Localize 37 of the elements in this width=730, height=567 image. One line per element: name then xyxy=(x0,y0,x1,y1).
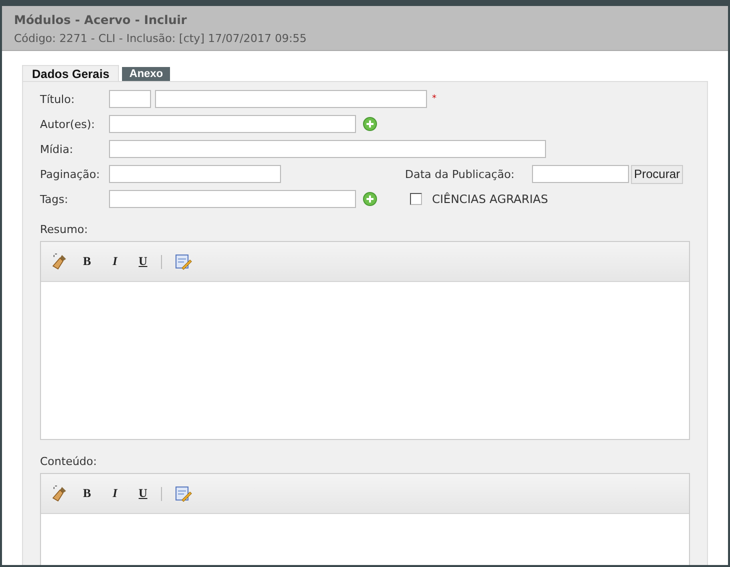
italic-button[interactable]: I xyxy=(105,254,125,269)
input-field[interactable] xyxy=(109,165,281,183)
field-label: Autor(es): xyxy=(40,118,96,130)
input-field[interactable] xyxy=(109,190,356,208)
search-button[interactable]: Procurar xyxy=(631,164,684,184)
rich-text-editor[interactable]: B I U xyxy=(40,473,690,565)
brush-icon[interactable] xyxy=(51,484,69,502)
underline-button[interactable]: U xyxy=(133,486,153,501)
input-field[interactable] xyxy=(109,90,151,108)
field-label: Resumo: xyxy=(40,223,89,236)
field-label: Data da Publicação: xyxy=(405,168,516,180)
tab[interactable]: Dados Gerais xyxy=(22,65,120,81)
field-label: Paginação: xyxy=(40,168,101,180)
input-field[interactable] xyxy=(109,140,546,158)
checkbox[interactable] xyxy=(410,193,422,205)
brush-icon[interactable] xyxy=(51,252,69,270)
input-field[interactable] xyxy=(155,90,427,108)
italic-button[interactable]: I xyxy=(105,486,125,501)
tab[interactable]: Anexo xyxy=(122,67,170,81)
edit-document-icon[interactable] xyxy=(174,252,192,270)
add-icon[interactable] xyxy=(363,117,377,131)
input-field[interactable] xyxy=(109,115,356,133)
field-label: Título: xyxy=(40,92,76,106)
bold-button[interactable]: B xyxy=(77,486,97,501)
edit-document-icon[interactable] xyxy=(174,484,192,502)
field-label: Conteúdo: xyxy=(40,455,98,468)
window-title: Módulos - Acervo - Incluir xyxy=(14,13,188,27)
record-info: Código: 2271 - CLI - Inclusão: [cty] 17/07/2017 09:55 xyxy=(14,32,308,45)
rich-text-editor[interactable]: B I U xyxy=(40,241,690,440)
date-field[interactable] xyxy=(532,165,629,183)
field-label: Mídia: xyxy=(40,142,74,156)
bold-button[interactable]: B xyxy=(77,254,97,269)
underline-button[interactable]: U xyxy=(133,254,153,269)
field-label: Tags: xyxy=(40,192,70,206)
checkbox-label: CIÊNCIAS AGRARIAS xyxy=(432,192,548,206)
add-icon[interactable] xyxy=(363,192,377,206)
required-mark: * xyxy=(432,94,436,104)
